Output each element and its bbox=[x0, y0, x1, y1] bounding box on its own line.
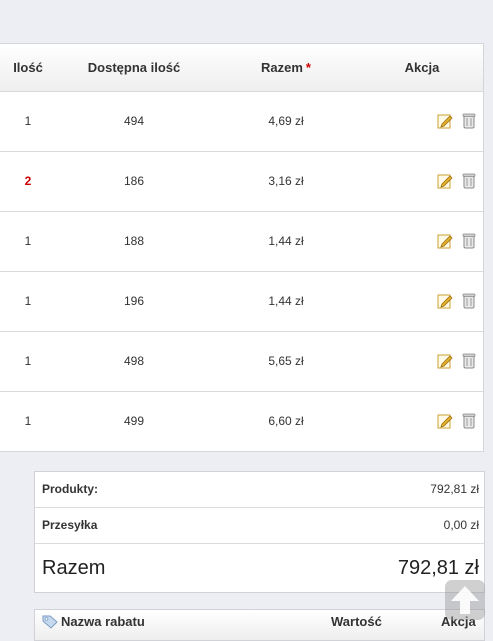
tag-icon bbox=[42, 615, 58, 629]
row-available: 188 bbox=[123, 234, 145, 248]
discount-name-header: Nazwa rabatu bbox=[61, 614, 145, 629]
trash-bin-icon[interactable] bbox=[461, 413, 477, 429]
row-available: 186 bbox=[123, 174, 145, 188]
table-row: 2 186 3,16 zł bbox=[0, 152, 483, 212]
trash-bin-icon[interactable] bbox=[461, 113, 477, 129]
table-header: Ilość Dostępna ilość Razem * Akcja bbox=[0, 44, 483, 92]
row-available: 494 bbox=[123, 114, 145, 128]
table-row: 1 498 5,65 zł bbox=[0, 332, 483, 392]
order-items-table: Ilość Dostępna ilość Razem * Akcja 1 494 4,… bbox=[0, 43, 484, 452]
row-actions bbox=[437, 353, 477, 371]
arrow-up-icon bbox=[451, 586, 479, 614]
header-action: Akcja bbox=[404, 60, 440, 75]
row-available: 498 bbox=[123, 354, 145, 368]
totals-products-row: Produkty: 792,81 zł bbox=[35, 472, 484, 508]
row-qty: 1 bbox=[24, 234, 32, 248]
table-row: 1 494 4,69 zł bbox=[0, 92, 483, 152]
header-total: Razem * bbox=[226, 44, 346, 91]
required-marker: * bbox=[305, 60, 311, 75]
row-total: 6,60 zł bbox=[268, 414, 304, 428]
row-total: 1,44 zł bbox=[268, 234, 304, 248]
edit-pencil-icon[interactable] bbox=[437, 293, 453, 309]
shipping-value: 0,00 zł bbox=[443, 518, 479, 532]
header-qty: Ilość bbox=[13, 60, 43, 75]
row-qty: 2 bbox=[24, 174, 32, 188]
scroll-to-top-button[interactable] bbox=[445, 580, 485, 620]
row-actions bbox=[437, 233, 477, 251]
trash-bin-icon[interactable] bbox=[461, 233, 477, 249]
table-row: 1 196 1,44 zł bbox=[0, 272, 483, 332]
edit-pencil-icon[interactable] bbox=[437, 353, 453, 369]
row-available: 499 bbox=[123, 414, 145, 428]
row-available: 196 bbox=[123, 294, 145, 308]
trash-bin-icon[interactable] bbox=[461, 173, 477, 189]
row-total: 1,44 zł bbox=[268, 294, 304, 308]
products-label: Produkty: bbox=[42, 482, 99, 496]
row-qty: 1 bbox=[24, 414, 32, 428]
edit-pencil-icon[interactable] bbox=[437, 233, 453, 249]
row-actions bbox=[437, 293, 477, 311]
table-row: 1 499 6,60 zł bbox=[0, 392, 483, 451]
row-qty: 1 bbox=[24, 114, 32, 128]
row-actions bbox=[437, 413, 477, 431]
edit-pencil-icon[interactable] bbox=[437, 173, 453, 189]
trash-bin-icon[interactable] bbox=[461, 293, 477, 309]
discount-value-header: Wartość bbox=[331, 614, 382, 629]
trash-bin-icon[interactable] bbox=[461, 353, 477, 369]
row-qty: 1 bbox=[24, 294, 32, 308]
order-totals: Produkty: 792,81 zł Przesyłka 0,00 zł Ra… bbox=[34, 471, 485, 593]
header-available: Dostępna ilość bbox=[87, 60, 181, 75]
products-value: 792,81 zł bbox=[430, 482, 479, 496]
discounts-table-header: Nazwa rabatu Wartość Akcja bbox=[34, 609, 485, 641]
row-actions bbox=[437, 113, 477, 131]
row-actions bbox=[437, 173, 477, 191]
row-total: 4,69 zł bbox=[268, 114, 304, 128]
shipping-label: Przesyłka bbox=[42, 518, 98, 532]
row-total: 3,16 zł bbox=[268, 174, 304, 188]
totals-shipping-row: Przesyłka 0,00 zł bbox=[35, 508, 484, 544]
edit-pencil-icon[interactable] bbox=[437, 413, 453, 429]
header-total-label: Razem bbox=[261, 60, 303, 75]
grand-total-label: Razem bbox=[42, 557, 106, 579]
edit-pencil-icon[interactable] bbox=[437, 113, 453, 129]
totals-grand-row: Razem 792,81 zł bbox=[35, 544, 484, 592]
row-qty: 1 bbox=[24, 354, 32, 368]
table-row: 1 188 1,44 zł bbox=[0, 212, 483, 272]
row-total: 5,65 zł bbox=[268, 354, 304, 368]
